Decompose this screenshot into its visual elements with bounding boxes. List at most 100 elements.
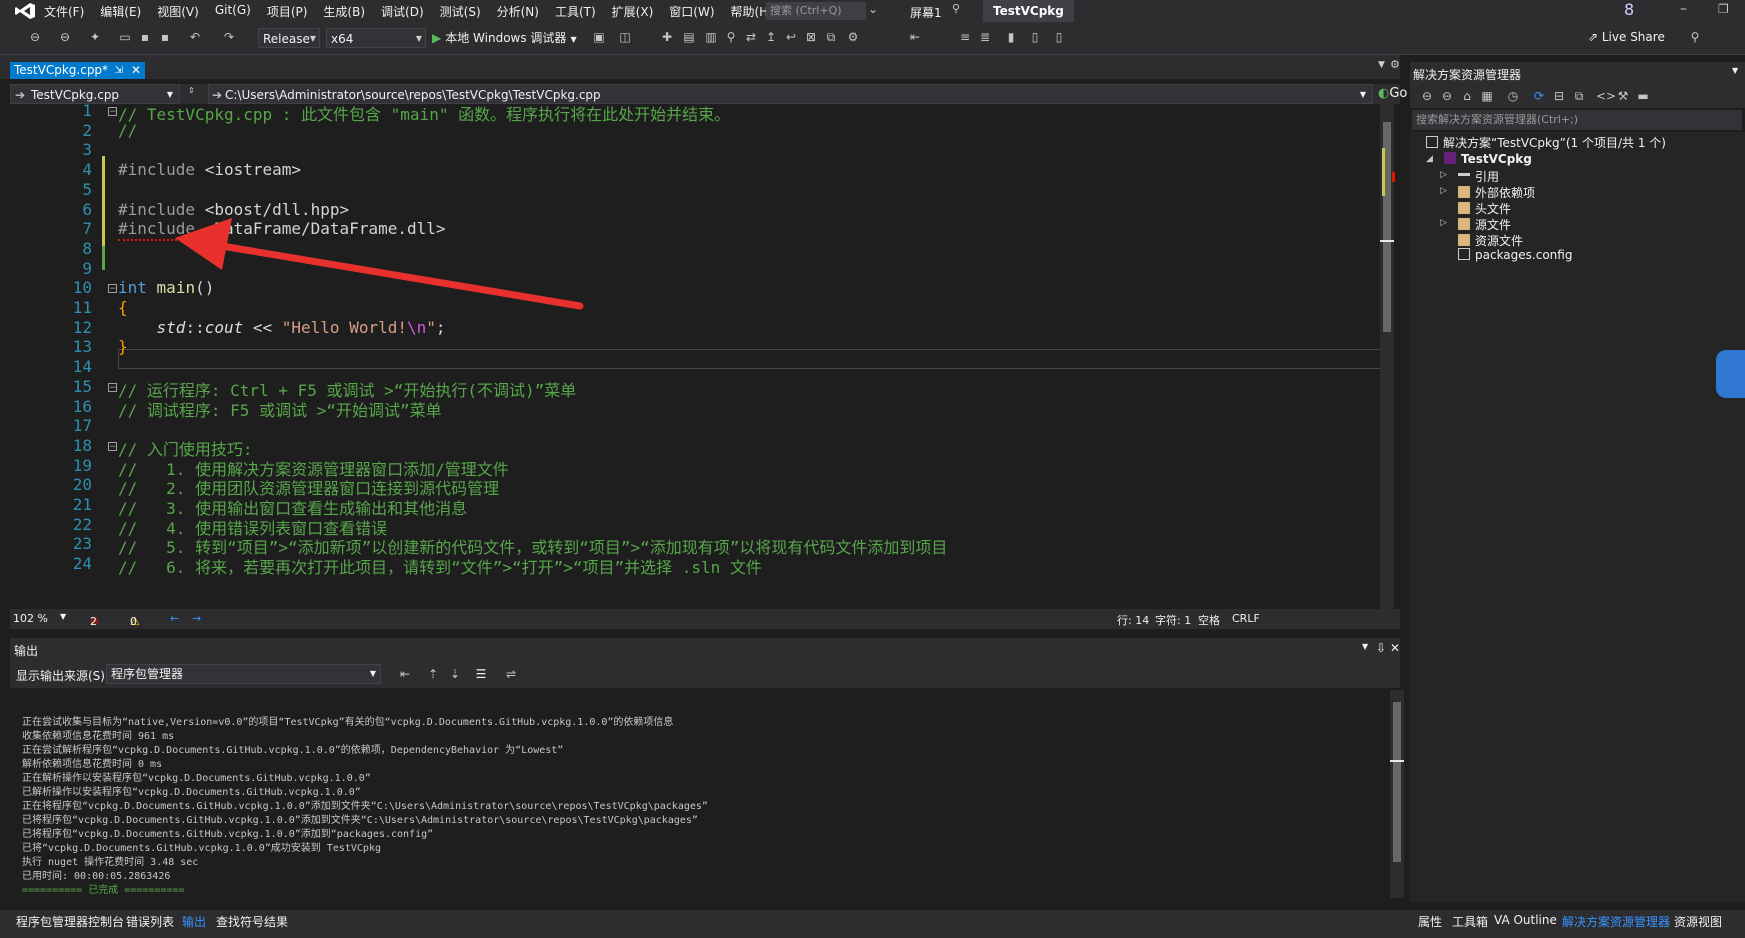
new-item-icon[interactable]: ✦ — [88, 30, 102, 44]
dropdown-icon[interactable]: ▼ — [1362, 642, 1368, 651]
zoom-dropdown-icon[interactable]: ▼ — [60, 612, 66, 621]
tab-package-manager-console[interactable]: 程序包管理器控制台 — [16, 913, 124, 930]
menu-item[interactable]: Git(G) — [215, 3, 261, 20]
toolbar-tool-icon[interactable]: ▤ — [682, 30, 696, 44]
menu-item[interactable]: 项目(P) — [267, 3, 318, 20]
settings-icon[interactable]: ⚙ — [1390, 58, 1400, 71]
scroll-thumb[interactable] — [1393, 702, 1401, 862]
feedback-icon[interactable]: ⚲ — [1688, 30, 1702, 44]
toolbar-tool-icon[interactable]: ▥ — [704, 30, 718, 44]
properties-wrench-icon[interactable]: ⚒ — [1616, 89, 1630, 103]
visual-studio-logo-icon[interactable] — [14, 2, 36, 20]
menu-item[interactable]: 工具(T) — [555, 3, 606, 20]
zoom-level[interactable]: 102 % — [13, 612, 48, 625]
save-all-icon[interactable]: ▪ — [158, 30, 172, 44]
pending-changes-icon[interactable]: ◷ — [1506, 89, 1520, 103]
back-icon[interactable]: ⊖ — [1420, 89, 1434, 103]
packages-config-node[interactable]: packages.config — [1458, 248, 1572, 262]
chevron-down-icon[interactable]: ⌄ — [868, 2, 878, 16]
solution-explorer-search[interactable]: 搜索解决方案资源管理器(Ctrl+;) — [1412, 110, 1742, 130]
collapsed-arrow-icon[interactable]: ▷ — [1440, 170, 1447, 180]
prev-message-icon[interactable]: ⇡ — [426, 667, 440, 681]
sync-icon[interactable]: ⟳ — [1532, 89, 1546, 103]
tab-properties[interactable]: 属性 — [1418, 913, 1442, 930]
toolbar-tool-icon[interactable]: ↩ — [784, 30, 798, 44]
output-text-area[interactable]: 正在尝试收集与目标为“native,Version=v0.0”的项目“TestV… — [10, 690, 1390, 898]
pin-icon[interactable]: ⇩ — [1376, 641, 1386, 655]
switch-views-icon[interactable]: ▦ — [1480, 89, 1494, 103]
menu-item[interactable]: 视图(V) — [157, 3, 209, 20]
tab-resource-view[interactable]: 资源视图 — [1674, 913, 1722, 930]
project-node[interactable]: TestVCpkg — [1444, 152, 1532, 166]
menu-item[interactable]: 窗口(W) — [669, 3, 724, 20]
tab-solution-explorer[interactable]: 解决方案资源管理器 — [1562, 913, 1670, 930]
forward-icon[interactable]: ⊖ — [58, 30, 72, 44]
toolbar-tool-icon[interactable]: ↥ — [764, 30, 778, 44]
comment-lines-icon[interactable]: ≡ — [958, 30, 972, 44]
bookmark-icon[interactable]: ▮ — [1004, 30, 1018, 44]
configuration-select[interactable]: Release ▼ — [258, 28, 320, 48]
minus-icon[interactable]: ▬ — [1636, 89, 1650, 103]
file-path-select[interactable]: ➔ C:\Users\Administrator\source\repos\Te… — [208, 84, 1373, 104]
search-input[interactable]: 搜索 (Ctrl+Q) — [766, 2, 866, 20]
toolbar-tool-icon[interactable]: ⧉ — [824, 30, 838, 44]
collapsed-arrow-icon[interactable]: ▷ — [1440, 218, 1447, 228]
dropdown-icon[interactable]: ▼ — [1732, 66, 1738, 75]
header-files-node[interactable]: 头文件 — [1458, 200, 1511, 217]
menu-item[interactable]: 调试(D) — [381, 3, 434, 20]
expanded-arrow-icon[interactable]: ◢ — [1426, 154, 1433, 164]
tab-testvcpkg-cpp[interactable]: TestVCpkg.cpp* ⇲ ✕ — [10, 62, 145, 79]
tab-toolbox[interactable]: 工具箱 — [1452, 913, 1488, 930]
platform-select[interactable]: x64 ▼ — [326, 28, 426, 48]
resource-files-node[interactable]: 资源文件 — [1458, 232, 1523, 249]
toolbar-tool-icon[interactable]: ⇄ — [744, 30, 758, 44]
screenshot-icon[interactable]: ◫ — [618, 30, 632, 44]
whitespace-indicator[interactable]: 空格 — [1198, 612, 1220, 628]
tab-find-symbol-results[interactable]: 查找符号结果 — [216, 913, 288, 930]
word-wrap-icon[interactable]: ⇌ — [504, 667, 518, 681]
save-icon[interactable]: ▪ — [138, 30, 152, 44]
output-vertical-scrollbar[interactable] — [1390, 690, 1404, 898]
uncomment-lines-icon[interactable]: ≣ — [978, 30, 992, 44]
tab-list-icon[interactable]: ▼ — [1378, 60, 1385, 70]
references-node[interactable]: 引用 — [1458, 168, 1499, 185]
open-folder-icon[interactable]: ▭ — [118, 30, 132, 44]
toolbar-tool-icon[interactable]: ⇤ — [908, 30, 922, 44]
undo-icon[interactable]: ↶ — [188, 30, 202, 44]
start-debugging-button[interactable]: ▶ 本地 Windows 调试器 ▼ — [432, 28, 577, 48]
toolbar-tool-icon[interactable]: ⚙ — [846, 30, 860, 44]
forward-icon[interactable]: ⊖ — [1440, 89, 1454, 103]
editor-vertical-scrollbar[interactable] — [1380, 104, 1395, 609]
code-editor[interactable]: 1−// TestVCpkg.cpp : 此文件包含 "main" 函数。程序执… — [10, 104, 1390, 609]
toolbar-tool-icon[interactable]: ⊠ — [804, 30, 818, 44]
file-scope-select[interactable]: ➔ TestVCpkg.cpp ▼ — [10, 84, 180, 104]
live-share-button[interactable]: ⇗ Live Share — [1588, 30, 1665, 44]
previous-issue-icon[interactable]: ← — [170, 612, 179, 625]
restore-icon[interactable]: ❐ — [1718, 2, 1729, 16]
code-view-icon[interactable]: <> — [1596, 89, 1616, 103]
tab-error-list[interactable]: 错误列表 — [126, 913, 174, 930]
assistant-badge-icon[interactable] — [1716, 350, 1745, 398]
split-toggle-icon[interactable]: ⇕ — [188, 86, 195, 95]
tab-output[interactable]: 输出 — [182, 913, 206, 930]
line-ending-indicator[interactable]: CRLF — [1232, 612, 1260, 625]
collapsed-arrow-icon[interactable]: ▷ — [1440, 186, 1447, 196]
external-dependencies-node[interactable]: 外部依赖项 — [1458, 184, 1535, 201]
bookmark-next-icon[interactable]: ▯ — [1052, 30, 1066, 44]
redo-icon[interactable]: ↷ — [222, 30, 236, 44]
find-message-icon[interactable]: ⇤ — [398, 667, 412, 681]
menu-item[interactable]: 分析(N) — [497, 3, 549, 20]
menu-item[interactable]: 文件(F) — [44, 3, 94, 20]
menu-item[interactable]: 扩展(X) — [612, 3, 664, 20]
output-source-select[interactable]: 程序包管理器 ▼ — [106, 664, 381, 684]
menu-item[interactable]: 测试(S) — [440, 3, 491, 20]
menu-item[interactable]: 编辑(E) — [100, 3, 151, 20]
close-icon[interactable]: ✕ — [1390, 641, 1400, 655]
menu-item[interactable]: 生成(B) — [323, 3, 375, 20]
solution-node[interactable]: 解决方案“TestVCpkg”(1 个项目/共 1 个) — [1426, 134, 1666, 151]
back-icon[interactable]: ⊖ — [28, 30, 42, 44]
home-icon[interactable]: ⌂ — [1460, 89, 1474, 103]
go-button[interactable]: ◐Go — [1378, 84, 1407, 104]
pin-icon[interactable]: ⚲ — [952, 2, 960, 15]
collapse-all-icon[interactable]: ⊟ — [1552, 89, 1566, 103]
